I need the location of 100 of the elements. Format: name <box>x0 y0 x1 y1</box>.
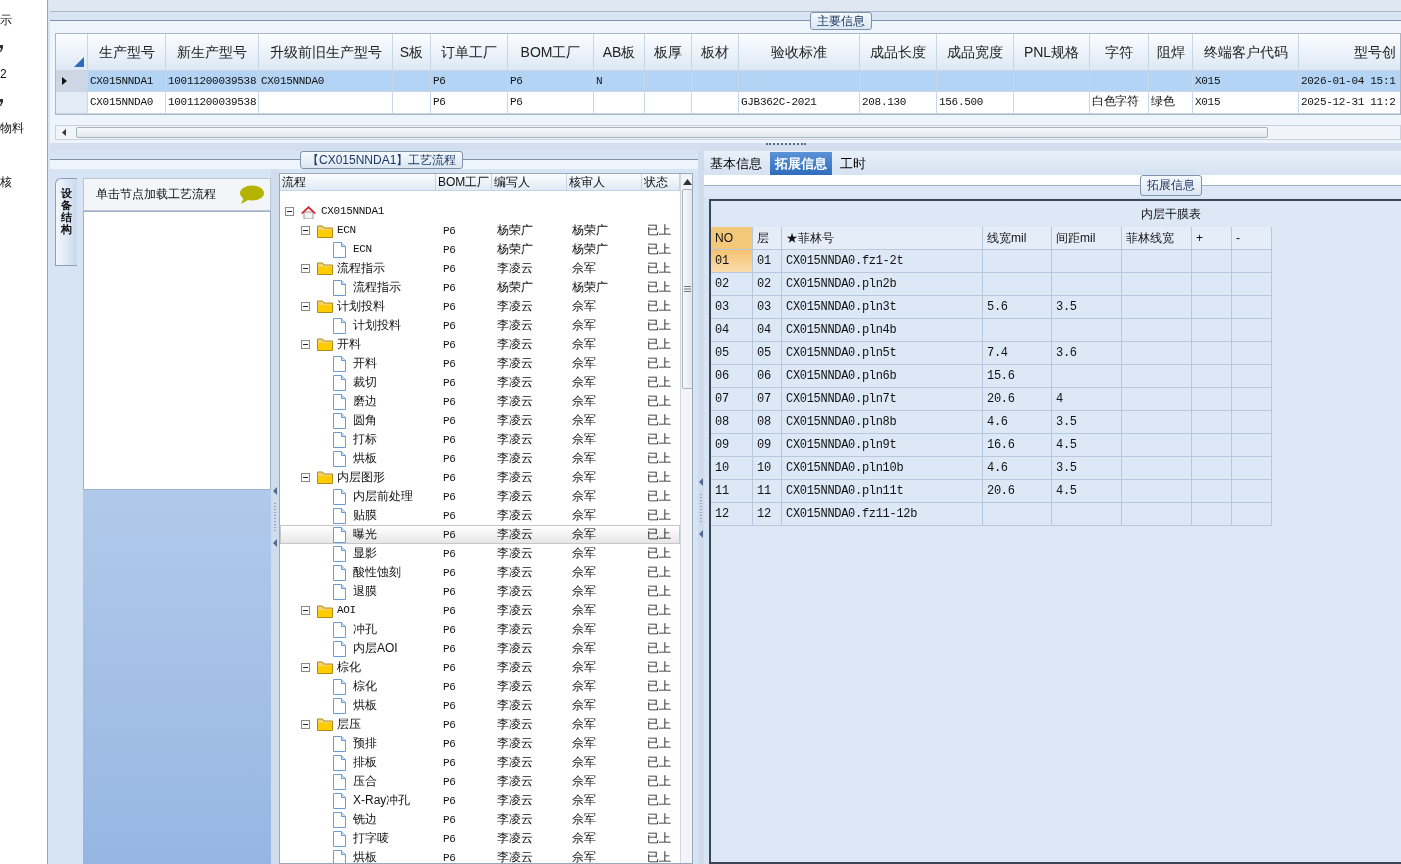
column-header[interactable]: 线宽mil <box>983 227 1052 250</box>
column-header[interactable]: BOM工厂 <box>436 174 492 190</box>
tree-row[interactable]: 流程指示 P6 杨荣广 杨荣广 已上 <box>280 278 680 297</box>
column-header[interactable]: NO <box>711 227 753 250</box>
vertical-scrollbar[interactable] <box>680 174 692 863</box>
column-header[interactable]: 板材 <box>692 34 739 71</box>
table-cell[interactable]: 04 <box>711 319 753 342</box>
scroll-left-icon[interactable] <box>60 128 68 137</box>
column-header[interactable]: AB板 <box>594 34 645 71</box>
tree-row[interactable]: 打字唛 P6 李凌云 佘军 已上 <box>280 829 680 848</box>
tree-row[interactable]: X-Ray冲孔 P6 李凌云 佘军 已上 <box>280 791 680 810</box>
tree-row[interactable]: 压合 P6 李凌云 佘军 已上 <box>280 772 680 791</box>
scroll-up-icon[interactable] <box>683 179 692 185</box>
tree-row[interactable]: 棕化 P6 李凌云 佘军 已上 <box>280 677 680 696</box>
tree-row[interactable]: CX015NNDA1 <box>280 202 680 221</box>
column-header[interactable]: PNL规格 <box>1014 34 1090 71</box>
table-cell[interactable]: 10 <box>711 457 753 480</box>
column-header[interactable]: 菲林线宽 <box>1122 227 1192 250</box>
column-header[interactable]: 验收标准 <box>739 34 860 71</box>
tree-row[interactable]: 棕化 P6 李凌云 佘军 已上 <box>280 658 680 677</box>
table-cell[interactable]: 02 <box>711 273 753 296</box>
table-cell[interactable]: 09 <box>711 434 753 457</box>
collapse-icon[interactable] <box>301 302 310 311</box>
table-cell[interactable]: 05 <box>711 342 753 365</box>
tree-row[interactable]: 预排 P6 李凌云 佘军 已上 <box>280 734 680 753</box>
tree-row[interactable]: 磨边 P6 李凌云 佘军 已上 <box>280 392 680 411</box>
tree-row[interactable]: 酸性蚀刻 P6 李凌云 佘军 已上 <box>280 563 680 582</box>
table-cell[interactable]: 12 <box>711 503 753 526</box>
tree-row[interactable]: 计划投料 P6 李凌云 佘军 已上 <box>280 297 680 316</box>
collapse-icon[interactable] <box>301 663 310 672</box>
column-header[interactable]: - <box>1232 227 1272 250</box>
tree-row[interactable]: 显影 P6 李凌云 佘军 已上 <box>280 544 680 563</box>
column-header[interactable]: 型号创 <box>1299 34 1400 71</box>
tree-row[interactable]: 层压 P6 李凌云 佘军 已上 <box>280 715 680 734</box>
table-cell[interactable]: 03 <box>711 296 753 319</box>
nav-item[interactable]: 核 <box>0 175 12 190</box>
collapse-icon[interactable] <box>285 207 294 216</box>
table-cell[interactable]: 08 <box>711 411 753 434</box>
column-header[interactable]: 终端客户代码 <box>1193 34 1299 71</box>
column-header[interactable]: 生产型号 <box>88 34 166 71</box>
tree-row[interactable]: 开料 P6 李凌云 佘军 已上 <box>280 354 680 373</box>
column-header[interactable]: S板 <box>393 34 431 71</box>
nav-item[interactable]: 物料 <box>0 121 24 136</box>
collapse-icon[interactable] <box>301 606 310 615</box>
column-header[interactable]: 升级前旧生产型号 <box>259 34 393 71</box>
table-cell[interactable]: 07 <box>711 388 753 411</box>
collapse-icon[interactable] <box>301 473 310 482</box>
tree-row[interactable]: 开料 P6 李凌云 佘军 已上 <box>280 335 680 354</box>
tree-row[interactable]: ECN P6 杨荣广 杨荣广 已上 <box>280 240 680 259</box>
tree-row[interactable]: 圆角 P6 李凌云 佘军 已上 <box>280 411 680 430</box>
tab[interactable]: 拓展信息 <box>770 152 832 175</box>
column-header[interactable]: 板厚 <box>645 34 692 71</box>
tree-row[interactable]: 烘板 P6 李凌云 佘军 已上 <box>280 696 680 715</box>
splitter-grip-icon[interactable] <box>698 477 704 538</box>
tab[interactable]: 工时 <box>835 152 871 175</box>
column-header[interactable]: 成品长度 <box>860 34 937 71</box>
tree-row[interactable]: 内层图形 P6 李凌云 佘军 已上 <box>280 468 680 487</box>
tree-row[interactable]: 烘板 P6 李凌云 佘军 已上 <box>280 848 680 863</box>
tree-row[interactable]: 排板 P6 李凌云 佘军 已上 <box>280 753 680 772</box>
tree-row[interactable]: 冲孔 P6 李凌云 佘军 已上 <box>280 620 680 639</box>
tree-row[interactable]: 贴膜 P6 李凌云 佘军 已上 <box>280 506 680 525</box>
column-header[interactable]: BOM工厂 <box>508 34 594 71</box>
horizontal-scrollbar[interactable] <box>55 125 1401 140</box>
table-cell[interactable]: 11 <box>711 480 753 503</box>
splitter-grip[interactable] <box>765 143 806 147</box>
column-header[interactable]: 编写人 <box>492 174 567 190</box>
tree-row[interactable]: 退膜 P6 李凌云 佘军 已上 <box>280 582 680 601</box>
tree-row[interactable]: 烘板 P6 李凌云 佘军 已上 <box>280 449 680 468</box>
tree-row[interactable]: 曝光 P6 李凌云 佘军 已上 <box>280 525 680 544</box>
tree-row[interactable]: ECN P6 杨荣广 杨荣广 已上 <box>280 221 680 240</box>
column-header[interactable]: 订单工厂 <box>431 34 508 71</box>
nav-item[interactable]: 2 <box>0 67 7 82</box>
tree-row[interactable]: 计划投料 P6 李凌云 佘军 已上 <box>280 316 680 335</box>
column-header[interactable]: + <box>1192 227 1232 250</box>
column-header[interactable]: 字符 <box>1090 34 1149 71</box>
row-header[interactable] <box>56 71 88 92</box>
table-cell[interactable]: 06 <box>711 365 753 388</box>
column-header[interactable]: 阻焊 <box>1149 34 1193 71</box>
tree-row[interactable]: 流程指示 P6 李凌云 佘军 已上 <box>280 259 680 278</box>
collapse-icon[interactable] <box>301 340 310 349</box>
collapse-icon[interactable] <box>301 720 310 729</box>
column-header[interactable]: 新生产型号 <box>166 34 259 71</box>
scroll-thumb[interactable] <box>682 189 692 389</box>
column-header[interactable]: 成品宽度 <box>937 34 1014 71</box>
current-cell[interactable]: 01 <box>711 250 753 273</box>
side-tab[interactable]: 设备结构 <box>55 178 77 266</box>
column-header[interactable]: 间距mil <box>1052 227 1122 250</box>
column-header[interactable]: ★菲林号 <box>782 227 983 250</box>
collapse-icon[interactable] <box>301 264 310 273</box>
tree-row[interactable]: 内层前处理 P6 李凌云 佘军 已上 <box>280 487 680 506</box>
tree-row[interactable]: 内层AOI P6 李凌云 佘军 已上 <box>280 639 680 658</box>
column-header[interactable]: 流程 <box>280 174 436 190</box>
scroll-thumb[interactable] <box>76 127 1268 138</box>
collapse-icon[interactable] <box>301 226 310 235</box>
tree-row[interactable]: AOI P6 李凌云 佘军 已上 <box>280 601 680 620</box>
column-header[interactable]: 层 <box>753 227 782 250</box>
tree-row[interactable]: 铣边 P6 李凌云 佘军 已上 <box>280 810 680 829</box>
column-header[interactable]: 核审人 <box>567 174 642 190</box>
tab[interactable]: 基本信息 <box>705 152 767 175</box>
tree-row[interactable]: 打标 P6 李凌云 佘军 已上 <box>280 430 680 449</box>
